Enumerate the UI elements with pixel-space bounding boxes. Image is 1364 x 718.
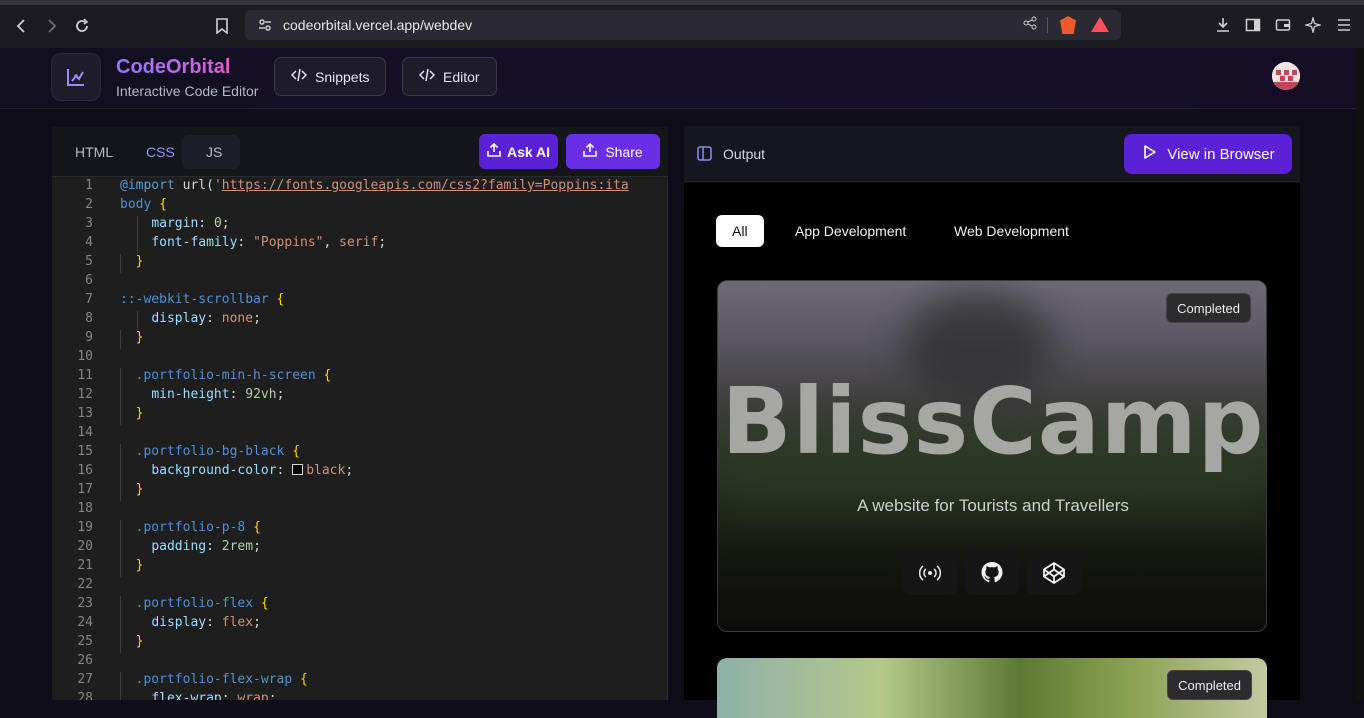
brand-name[interactable]: CodeOrbital xyxy=(116,56,230,79)
code-line: 10 xyxy=(77,349,93,364)
site-info-icon[interactable] xyxy=(257,17,273,33)
code-line: 6 xyxy=(85,273,93,288)
url-text[interactable]: codeorbital.vercel.app/webdev xyxy=(283,17,472,33)
view-in-browser-button[interactable]: View in Browser xyxy=(1124,134,1292,174)
code-line: 28 flex-wrap: wrap; xyxy=(52,691,668,700)
wallet-icon[interactable] xyxy=(1275,17,1291,38)
code-line: 13 } xyxy=(52,406,668,425)
avatar[interactable] xyxy=(1272,62,1300,90)
code-line: 16 background-color: black; xyxy=(52,463,668,482)
logo-icon[interactable] xyxy=(51,53,101,101)
output-panel: Output View in Browser All App Developme… xyxy=(684,126,1300,718)
menu-icon[interactable] xyxy=(1336,17,1352,38)
divider xyxy=(1047,17,1048,33)
code-line: 5 } xyxy=(52,254,668,273)
project-card[interactable]: Completed BlissCamp A website for Touris… xyxy=(717,280,1267,632)
code-line: 19 .portfolio-p-8 { xyxy=(52,520,668,539)
back-icon[interactable] xyxy=(10,14,34,38)
code-line: 17 } xyxy=(52,482,668,501)
editor-scrollbar[interactable] xyxy=(667,178,668,700)
editor-tabs: HTML CSS JS Ask AI Share xyxy=(52,127,668,177)
code-line: 12 min-height: 92vh; xyxy=(52,387,668,406)
code-line: 3 margin: 0; xyxy=(52,216,668,235)
project-title: BlissCamp xyxy=(721,368,1265,475)
bookmark-icon[interactable] xyxy=(210,14,234,38)
code-line: 7::-webkit-scrollbar { xyxy=(85,292,285,307)
ask-ai-label: Ask AI xyxy=(506,143,551,160)
share-page-icon[interactable] xyxy=(1023,16,1037,33)
code-editor-panel: HTML CSS JS Ask AI Share 1 @import url('h… xyxy=(52,127,668,700)
code-area[interactable]: 1 @import url('https://fonts.googleapis.c… xyxy=(52,178,668,700)
tab-css[interactable]: CSS xyxy=(146,144,175,160)
code-line: 27 .portfolio-flex-wrap { xyxy=(52,672,668,691)
tab-html[interactable]: HTML xyxy=(75,144,113,160)
share-button[interactable]: Share xyxy=(566,134,660,169)
share-icon xyxy=(583,142,598,160)
status-badge: Completed xyxy=(1167,670,1252,700)
code-line: 9 } xyxy=(52,330,668,349)
filter-web-development[interactable]: Web Development xyxy=(938,215,1085,247)
leo-ai-icon[interactable] xyxy=(1303,15,1323,38)
snippets-button[interactable]: Snippets xyxy=(274,57,386,96)
code-line: 15 .portfolio-bg-black { xyxy=(52,444,668,463)
panel-icon xyxy=(697,146,712,166)
snippets-label: Snippets xyxy=(315,68,370,85)
share-label: Share xyxy=(605,143,643,160)
forward-icon[interactable] xyxy=(39,14,63,38)
code-line: 25 } xyxy=(52,634,668,653)
project-card[interactable]: Completed xyxy=(717,658,1267,718)
code-line: 11 .portfolio-min-h-screen { xyxy=(52,368,668,387)
preview-frame[interactable]: All App Development Web Development Comp… xyxy=(684,183,1300,718)
code-line: 21 } xyxy=(52,558,668,577)
downloads-icon[interactable] xyxy=(1215,17,1231,38)
color-swatch[interactable] xyxy=(292,464,304,475)
filter-all[interactable]: All xyxy=(716,215,764,247)
browser-toolbar: codeorbital.vercel.app/webdev xyxy=(0,0,1364,48)
code-line: 22 xyxy=(77,577,93,592)
code-icon xyxy=(290,68,308,85)
live-demo-icon[interactable] xyxy=(903,551,957,595)
code-line: 2 body { xyxy=(85,197,167,212)
upload-icon xyxy=(487,142,501,160)
ask-ai-button[interactable]: Ask AI xyxy=(479,134,558,169)
brand-subtitle: Interactive Code Editor xyxy=(116,83,259,99)
output-header: Output View in Browser xyxy=(684,126,1300,182)
editor-label: Editor xyxy=(443,68,480,85)
code-line: 23 .portfolio-flex { xyxy=(52,596,668,615)
editor-button[interactable]: Editor xyxy=(402,57,497,96)
brave-rewards-icon[interactable] xyxy=(1091,17,1109,32)
code-line: 26 xyxy=(77,653,93,668)
code-line: 4 font-family: "Poppins", serif; xyxy=(52,235,668,254)
code-line: 8 display: none; xyxy=(52,311,668,330)
brave-shields-icon[interactable] xyxy=(1060,16,1076,34)
code-line: 18 xyxy=(77,501,93,516)
status-badge: Completed xyxy=(1166,293,1251,323)
output-title: Output xyxy=(723,146,766,162)
code-line: 20 padding: 2rem; xyxy=(52,539,668,558)
code-line: 24 display: flex; xyxy=(52,615,668,634)
filter-app-development[interactable]: App Development xyxy=(779,215,922,247)
code-icon xyxy=(418,68,436,85)
github-icon[interactable] xyxy=(965,551,1019,595)
codepen-icon[interactable] xyxy=(1027,551,1081,595)
code-line: 1 @import url('https://fonts.googleapis.c… xyxy=(85,178,629,193)
project-subtitle: A website for Tourists and Travellers xyxy=(857,496,1129,515)
address-bar[interactable]: codeorbital.vercel.app/webdev xyxy=(245,10,1121,40)
sidebar-icon[interactable] xyxy=(1245,17,1261,38)
view-in-browser-label: View in Browser xyxy=(1167,145,1275,163)
code-line: 14 xyxy=(77,425,93,440)
tab-js[interactable]: JS xyxy=(206,144,222,160)
app-header: CodeOrbital Interactive Code Editor Snip… xyxy=(0,48,1364,109)
reload-icon[interactable] xyxy=(70,14,94,38)
play-icon xyxy=(1141,144,1157,164)
page-scrollbar[interactable] xyxy=(1356,48,1364,700)
